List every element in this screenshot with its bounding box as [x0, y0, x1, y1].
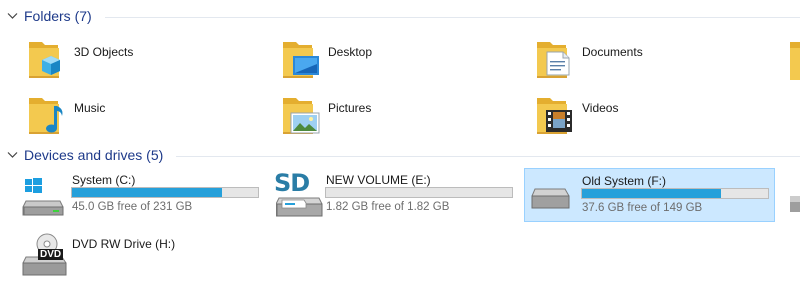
drive-free-space: 45.0 GB free of 231 GB [72, 201, 193, 213]
windows-system-drive-icon [22, 178, 64, 216]
folders-group-title: Folders (7) [24, 8, 92, 24]
folder-label: Videos [582, 101, 619, 115]
sd-icon-text: SD [274, 169, 310, 197]
folder-label: Pictures [328, 101, 372, 115]
devices-group-title: Devices and drives (5) [24, 147, 164, 163]
folder-label: 3D Objects [74, 45, 134, 59]
divider [105, 17, 800, 18]
drive-label: NEW VOLUME (E:) [326, 173, 431, 187]
dvd-icon-text: DVD [38, 249, 64, 260]
folder-desktop-icon [283, 42, 319, 78]
folder-item-videos[interactable]: Videos [530, 92, 770, 144]
folder-videos-icon [537, 98, 572, 134]
folder-item-desktop[interactable]: Desktop [276, 36, 516, 88]
drive-item-system-c[interactable]: System (C:) 45.0 GB free of 231 GB [22, 171, 268, 221]
folder-item-pictures[interactable]: Pictures [276, 92, 516, 144]
sd-card-icon: SD [274, 169, 324, 221]
drive-item-old-system-f[interactable]: Old System (F:) 37.6 GB free of 149 GB [524, 168, 775, 222]
hard-drive-icon [531, 188, 570, 209]
folder-documents-icon [537, 42, 570, 78]
chevron-down-icon[interactable] [7, 12, 18, 20]
folder-label: Music [74, 101, 106, 115]
folder-label: Documents [582, 45, 643, 59]
partial-drive-icon[interactable] [786, 192, 800, 216]
folders-group-header[interactable]: Folders (7) [0, 7, 800, 27]
drive-usage-bar [325, 187, 513, 198]
folder-label: Desktop [328, 45, 373, 59]
folder-music-icon [29, 98, 63, 134]
partial-folder-icon[interactable] [786, 40, 800, 80]
drive-item-dvd-h[interactable]: DVD DVD RW Drive (H:) [22, 233, 268, 279]
devices-group-header[interactable]: Devices and drives (5) [0, 146, 800, 166]
drive-free-space: 1.82 GB free of 1.82 GB [326, 201, 450, 213]
drive-usage-bar [581, 188, 769, 199]
drive-free-space: 37.6 GB free of 149 GB [582, 202, 703, 214]
dvd-drive-icon: DVD [22, 233, 68, 277]
divider [176, 156, 800, 157]
folder-item-music[interactable]: Music [22, 92, 262, 144]
folder-pictures-icon [283, 98, 320, 134]
chevron-down-icon[interactable] [7, 151, 18, 159]
drive-label: DVD RW Drive (H:) [72, 237, 176, 251]
drive-label: Old System (F:) [582, 174, 667, 188]
drive-usage-bar [71, 187, 259, 198]
drive-item-new-volume-e[interactable]: SD NEW VOLUME (E:) 1.82 GB free of 1.82 … [274, 169, 522, 221]
folder-3d-objects-icon [29, 42, 60, 78]
drive-label: System (C:) [72, 173, 136, 187]
folder-item-3d-objects[interactable]: 3D Objects [22, 36, 262, 88]
folder-item-documents[interactable]: Documents [530, 36, 770, 88]
